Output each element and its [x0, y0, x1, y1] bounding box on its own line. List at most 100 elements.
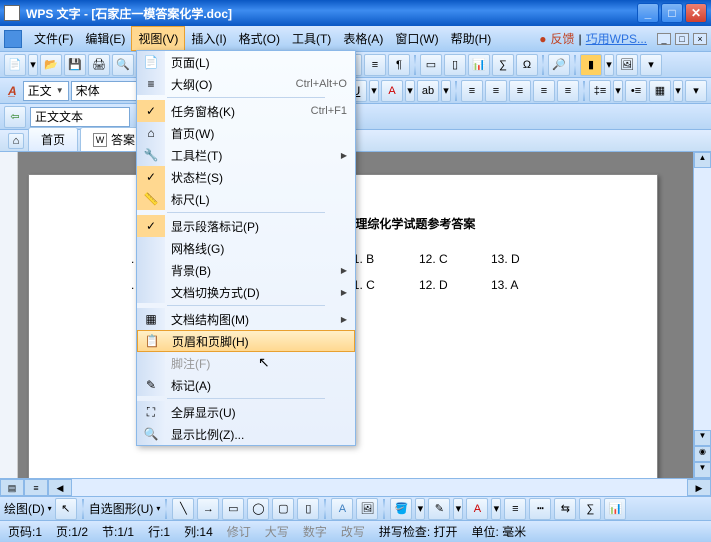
line-tool[interactable]: ╲: [172, 498, 194, 520]
textbox-v[interactable]: ▯: [444, 54, 466, 76]
menu-taskpane[interactable]: ✓任务窗格(K)Ctrl+F1: [137, 100, 355, 122]
align-center[interactable]: ≡: [485, 80, 507, 102]
outline-level-combo[interactable]: 正文文本: [30, 107, 130, 127]
view-outline-icon[interactable]: ≡: [24, 479, 48, 496]
rect-tool[interactable]: ▭: [222, 498, 244, 520]
mdi-minimize[interactable]: _: [657, 33, 671, 45]
fill-color[interactable]: 🪣: [390, 498, 412, 520]
new-button[interactable]: 📄: [4, 54, 26, 76]
align-dist[interactable]: ≡: [557, 80, 579, 102]
menu-edit[interactable]: 编辑(E): [79, 27, 131, 50]
wordart-tool[interactable]: A: [331, 498, 353, 520]
status-unit[interactable]: 单位: 毫米: [472, 523, 527, 540]
chart-button[interactable]: 📊: [468, 54, 490, 76]
new-dropdown[interactable]: ▾: [28, 54, 38, 76]
linespace-button[interactable]: ‡≡: [589, 80, 611, 102]
equation2[interactable]: ∑: [579, 498, 601, 520]
menu-docmap[interactable]: ▦文档结构图(M)▶: [137, 308, 355, 330]
border-button[interactable]: ▦: [649, 80, 671, 102]
line-weight[interactable]: ≡: [504, 498, 526, 520]
menu-tools[interactable]: 工具(T): [286, 27, 337, 50]
autoshapes-label[interactable]: 自选图形(U): [89, 500, 154, 517]
dash-style[interactable]: ┅: [529, 498, 551, 520]
maximize-button[interactable]: □: [661, 3, 683, 23]
view-page-icon[interactable]: ▤: [0, 479, 24, 496]
drawing-label[interactable]: 绘图(D): [4, 500, 45, 517]
menu-table[interactable]: 表格(A): [337, 27, 389, 50]
preview-button[interactable]: 🔍: [112, 54, 134, 76]
menu-toolbars[interactable]: 🔧工具栏(T)▶: [137, 144, 355, 166]
promo-link[interactable]: 巧用WPS...: [586, 30, 647, 47]
menu-ruler[interactable]: 📏标尺(L): [137, 188, 355, 210]
wps-logo-icon[interactable]: [4, 30, 22, 48]
menu-insert[interactable]: 插入(I): [185, 27, 232, 50]
equation-button[interactable]: ∑: [492, 54, 514, 76]
vertical-scrollbar[interactable]: ▲ ▼ ◉ ▼: [693, 152, 711, 478]
menu-format[interactable]: 格式(O): [233, 27, 286, 50]
minimize-button[interactable]: _: [637, 3, 659, 23]
save-button[interactable]: 💾: [64, 54, 86, 76]
mdi-close[interactable]: ×: [693, 33, 707, 45]
status-track[interactable]: 修订: [227, 523, 251, 540]
open-button[interactable]: 📂: [40, 54, 62, 76]
line-color[interactable]: ✎: [428, 498, 450, 520]
more-fmt[interactable]: ▾: [685, 80, 707, 102]
status-caps[interactable]: 大写: [265, 523, 289, 540]
menu-background[interactable]: 背景(B)▶: [137, 259, 355, 281]
pilcrow-button[interactable]: ¶: [388, 54, 410, 76]
menu-statusbar[interactable]: ✓状态栏(S): [137, 166, 355, 188]
horizontal-scrollbar[interactable]: ▤ ≡ ◀ ▶: [0, 478, 711, 496]
menu-outline-view[interactable]: ≡大纲(O)Ctrl+Alt+O: [137, 73, 355, 95]
menu-gridlines[interactable]: 网格线(G): [137, 237, 355, 259]
picture-tool[interactable]: 🖼: [356, 498, 378, 520]
font-color2[interactable]: A: [466, 498, 488, 520]
align-left[interactable]: ≡: [461, 80, 483, 102]
mdi-restore[interactable]: □: [675, 33, 689, 45]
find-button[interactable]: 🔎: [548, 54, 570, 76]
more-button[interactable]: ▾: [640, 54, 662, 76]
menu-markup[interactable]: ✎标记(A): [137, 374, 355, 396]
prev-page[interactable]: ◉: [694, 446, 711, 462]
oval-tool[interactable]: ◯: [247, 498, 269, 520]
next-page[interactable]: ▼: [694, 462, 711, 478]
menu-help[interactable]: 帮助(H): [445, 27, 498, 50]
tab-home-icon[interactable]: ⌂: [8, 133, 24, 149]
scroll-down[interactable]: ▼: [694, 430, 711, 446]
menu-header-footer[interactable]: 📋页眉和页脚(H): [137, 330, 355, 352]
print-button[interactable]: 🖨: [88, 54, 110, 76]
menu-file[interactable]: 文件(F): [28, 27, 79, 50]
status-over[interactable]: 改写: [341, 523, 365, 540]
arrow-tool[interactable]: →: [197, 498, 219, 520]
close-button[interactable]: ✕: [685, 3, 707, 23]
select-arrow[interactable]: ↖: [55, 498, 77, 520]
menu-zoom[interactable]: 🔍显示比例(Z)...: [137, 423, 355, 445]
menu-page-view[interactable]: 📄页面(L): [137, 51, 355, 73]
textbox-tool[interactable]: ▢: [272, 498, 294, 520]
scroll-up[interactable]: ▲: [694, 152, 711, 168]
menu-paramarks[interactable]: ✓显示段落标记(P): [137, 215, 355, 237]
symbol-button[interactable]: Ω: [516, 54, 538, 76]
highlight-button[interactable]: ab: [417, 80, 439, 102]
menu-window[interactable]: 窗口(W): [389, 27, 444, 50]
vertical-ruler[interactable]: [0, 152, 18, 478]
menu-fullscreen[interactable]: ⛶全屏显示(U): [137, 401, 355, 423]
highlight1[interactable]: ▮: [580, 54, 602, 76]
status-spell[interactable]: 拼写检查: 打开: [379, 523, 458, 540]
chart2[interactable]: 📊: [604, 498, 626, 520]
tab-home[interactable]: 首页: [28, 127, 78, 151]
align-right[interactable]: ≡: [509, 80, 531, 102]
status-num[interactable]: 数字: [303, 523, 327, 540]
outline-button[interactable]: ≡: [364, 54, 386, 76]
scroll-left[interactable]: ◀: [48, 479, 72, 496]
menu-view[interactable]: 视图(V): [131, 26, 185, 51]
style-combo[interactable]: 正文▼: [23, 81, 69, 101]
vtextbox-tool[interactable]: ▯: [297, 498, 319, 520]
align-justify[interactable]: ≡: [533, 80, 555, 102]
menu-home[interactable]: ⌂首页(W): [137, 122, 355, 144]
textbox-h[interactable]: ▭: [420, 54, 442, 76]
arrow-style[interactable]: ⇆: [554, 498, 576, 520]
feedback-link[interactable]: 反馈: [551, 30, 575, 47]
promote-button[interactable]: ⇦: [4, 106, 26, 128]
image-button[interactable]: 🖼: [616, 54, 638, 76]
menu-switchmode[interactable]: 文档切换方式(D)▶: [137, 281, 355, 303]
